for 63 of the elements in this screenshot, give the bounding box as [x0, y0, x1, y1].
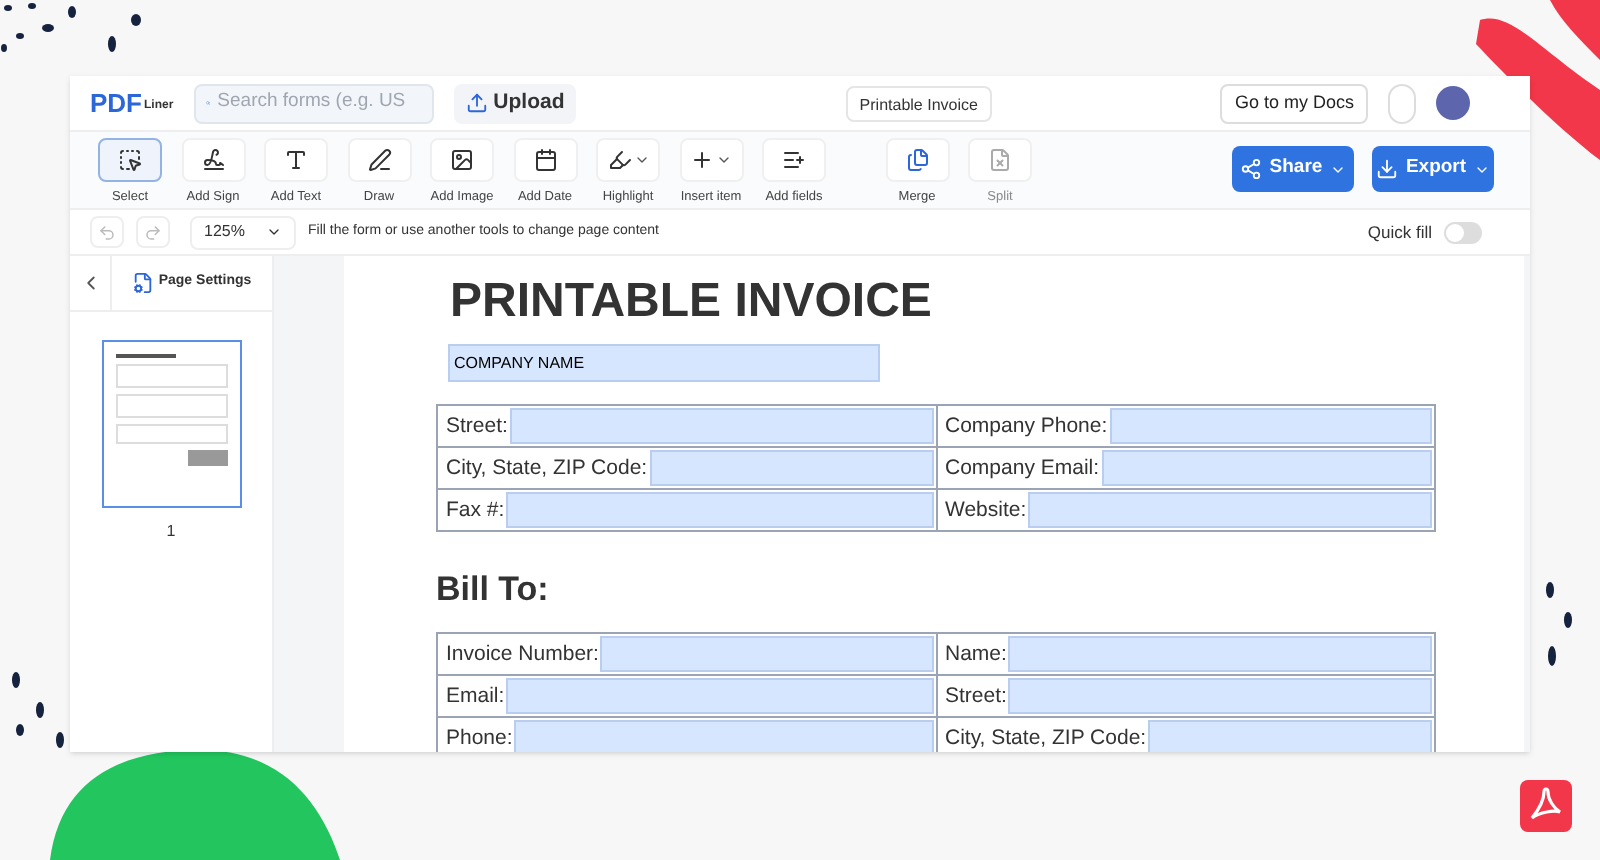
- upload-button[interactable]: Upload: [453, 83, 577, 123]
- highlighter-icon: [607, 148, 631, 172]
- caret-icon: [266, 224, 282, 240]
- page-settings-icon: [132, 272, 155, 294]
- document-title: PRINTABLE INVOICE: [448, 274, 934, 330]
- input-field[interactable]: [1028, 492, 1432, 528]
- plus-icon: [690, 148, 714, 172]
- pdf-logo-icon: [1520, 780, 1572, 832]
- input-field[interactable]: [1109, 408, 1432, 444]
- quick-fill-toggle[interactable]: [1444, 221, 1482, 243]
- undo-button[interactable]: [90, 216, 124, 248]
- field-label: Street:: [444, 412, 508, 442]
- field-label: Invoice Number:: [444, 639, 599, 669]
- document-icon: [988, 148, 1012, 172]
- input-field[interactable]: [509, 408, 933, 444]
- input-field[interactable]: [649, 450, 933, 486]
- docs-button[interactable]: Go to my Docs: [1220, 83, 1368, 123]
- image-icon: [450, 148, 474, 172]
- page-thumbnail[interactable]: [101, 340, 241, 508]
- input-field[interactable]: [1008, 635, 1432, 671]
- page-number: 1: [166, 520, 176, 544]
- field-label: Company Email:: [943, 454, 1100, 484]
- share-icon: [1239, 158, 1262, 180]
- field-label: Website:: [943, 496, 1027, 526]
- document-title[interactable]: Printable Invoice: [845, 85, 992, 121]
- pen-icon: [367, 148, 391, 172]
- input-field[interactable]: [506, 677, 933, 713]
- zoom-dropdown[interactable]: 125%: [190, 215, 296, 249]
- search-field[interactable]: Search forms (e.g. US: [193, 83, 434, 123]
- quick-fill-label: Quick fill: [1367, 219, 1432, 245]
- input-field[interactable]: [506, 492, 933, 528]
- input-field[interactable]: [1101, 450, 1432, 486]
- help-button[interactable]: [1388, 83, 1416, 123]
- download-icon: [1375, 158, 1398, 180]
- redo-icon: [144, 223, 162, 241]
- undo-icon: [98, 223, 116, 241]
- redo-button[interactable]: [136, 216, 170, 248]
- field-label: Company Phone:: [943, 412, 1108, 442]
- input-field[interactable]: [514, 719, 933, 752]
- field-label: Name:: [943, 639, 1007, 669]
- field-label: City, State, ZIP Code:: [444, 454, 648, 484]
- caret-icon: [716, 152, 732, 168]
- input-field[interactable]: [1148, 719, 1432, 752]
- company-name-field[interactable]: COMPANY NAME: [448, 344, 880, 382]
- field-label: Street:: [943, 681, 1007, 711]
- caret-icon: [633, 152, 649, 168]
- action-button[interactable]: Share: [1232, 146, 1354, 192]
- upload-icon: [465, 92, 488, 114]
- field-label: City, State, ZIP Code:: [943, 723, 1147, 752]
- field-label: Fax #:: [444, 496, 505, 526]
- field-label: Email:: [444, 681, 505, 711]
- input-field[interactable]: [1008, 677, 1432, 713]
- list-plus-icon: [782, 148, 806, 172]
- calendar-icon: [533, 148, 557, 172]
- input-field[interactable]: [600, 635, 933, 671]
- field-label: Phone:: [444, 723, 513, 752]
- section-heading: Bill To:: [436, 568, 551, 612]
- avatar[interactable]: [1436, 86, 1470, 120]
- select-icon: [118, 148, 142, 172]
- documents-icon: [905, 148, 929, 172]
- text-icon: [284, 148, 308, 172]
- action-button[interactable]: Export: [1372, 146, 1494, 192]
- signature-icon: [201, 148, 225, 172]
